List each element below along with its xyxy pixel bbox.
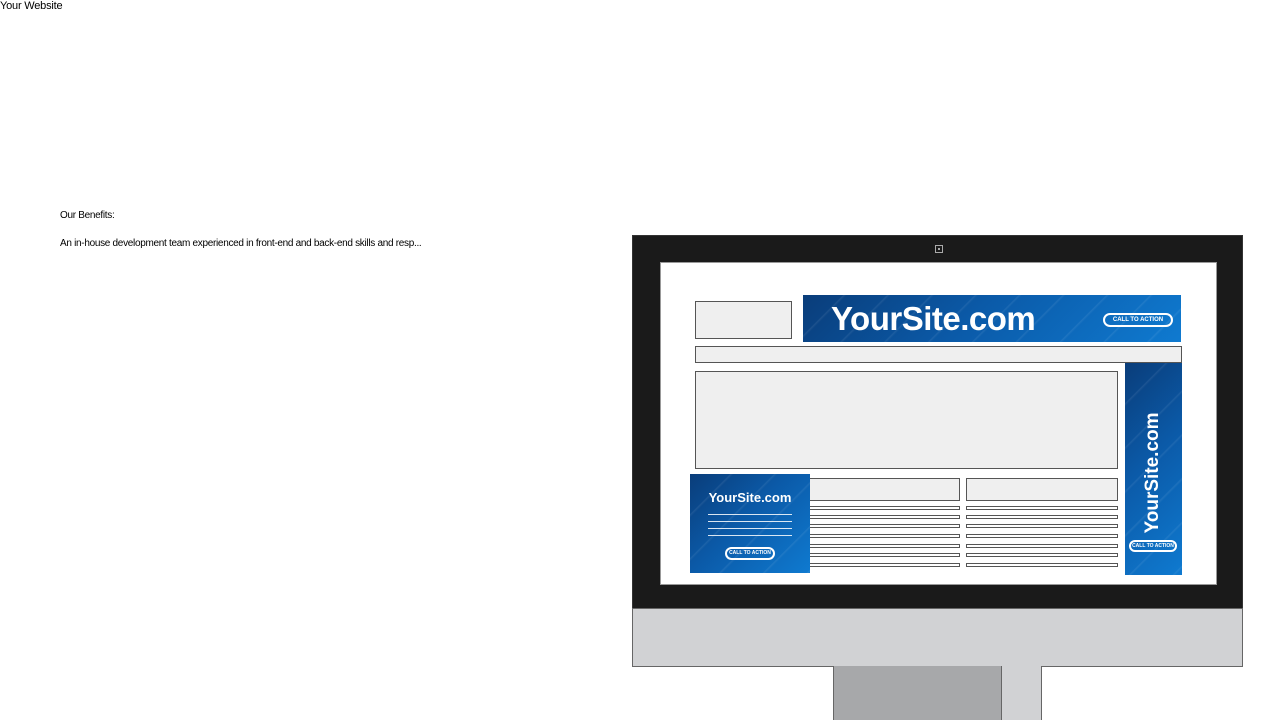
site-title: Your Website: [0, 0, 63, 12]
monitor-stand: [833, 666, 1002, 720]
wireframe-column-heading: [806, 478, 960, 501]
ad-brand-text: YourSite.com: [831, 300, 1036, 337]
ad-brand-text: YourSite.com: [708, 490, 792, 505]
wireframe-text-line: [806, 563, 960, 567]
wireframe-text-line: [806, 524, 960, 528]
ad-brand-text: YourSite.com: [1142, 412, 1163, 534]
ad-cta-button: CALL TO ACTION: [1103, 313, 1173, 327]
square-ad: YourSite.com CALL TO ACTION: [690, 474, 810, 573]
monitor-illustration: YourSite.com CALL TO ACTION YourSite.com…: [632, 235, 1243, 720]
wireframe-text-line: [806, 506, 960, 510]
wireframe-text-line: [966, 524, 1118, 528]
wireframe-text-line: [966, 544, 1118, 548]
wireframe-text-line: [966, 534, 1118, 538]
monitor-chin: [632, 608, 1243, 667]
wireframe-text-line: [806, 553, 960, 557]
wireframe-text-line: [966, 553, 1118, 557]
wireframe-text-line: [806, 544, 960, 548]
wireframe-logo-block: [695, 301, 792, 339]
monitor-screen: YourSite.com CALL TO ACTION YourSite.com…: [660, 262, 1217, 585]
ad-divider-line: [708, 528, 792, 529]
wireframe-nav-bar: [695, 346, 1182, 363]
wireframe-text-line: [806, 534, 960, 538]
ad-divider-line: [708, 521, 792, 522]
wireframe-text-line: [966, 515, 1118, 519]
monitor-stand-edge: [1001, 666, 1042, 720]
benefits-heading: Our Benefits:: [60, 210, 115, 221]
wireframe-text-line: [806, 515, 960, 519]
wireframe-text-line: [966, 506, 1118, 510]
leaderboard-ad: YourSite.com CALL TO ACTION: [803, 295, 1181, 342]
ad-cta-button: CALL TO ACTION: [725, 547, 775, 560]
wireframe-column-heading: [966, 478, 1118, 501]
skyscraper-ad: YourSite.com CALL TO ACTION: [1125, 363, 1182, 575]
ad-divider-line: [708, 514, 792, 515]
ad-divider-line: [708, 535, 792, 536]
wireframe-text-line: [966, 563, 1118, 567]
camera-icon: [935, 245, 943, 253]
benefits-text: An in-house development team experienced…: [60, 238, 422, 249]
monitor-bezel: YourSite.com CALL TO ACTION YourSite.com…: [632, 235, 1243, 609]
ad-cta-button: CALL TO ACTION: [1129, 540, 1177, 552]
wireframe-hero-block: [695, 371, 1118, 469]
